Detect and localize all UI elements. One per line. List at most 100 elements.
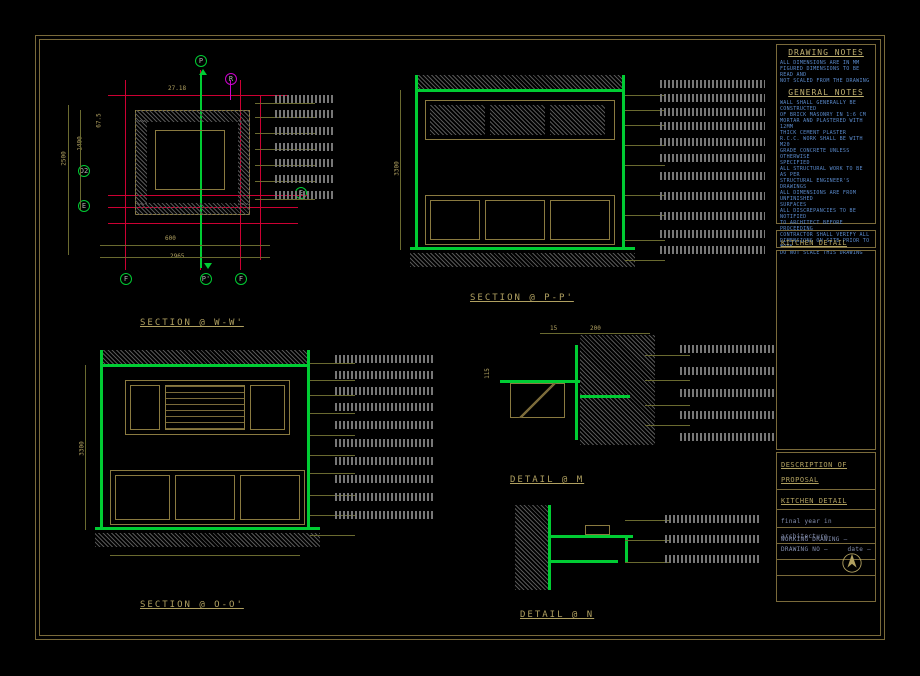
section-pp: 3300 <box>385 65 665 300</box>
edge <box>575 345 578 440</box>
dim-line <box>100 257 270 258</box>
leader <box>625 260 665 261</box>
title-spacer <box>776 250 876 450</box>
n-annotations <box>665 515 760 563</box>
wall-line <box>415 75 418 250</box>
note: FIGURED DIMENSIONS TO BE READ AND <box>780 66 872 78</box>
annotation <box>275 191 335 199</box>
grid-bubble-p2: P' <box>200 273 212 285</box>
leader <box>625 145 665 146</box>
lower-cab <box>485 200 545 240</box>
leader <box>625 195 665 196</box>
oo-annotations <box>335 355 435 519</box>
annotation <box>680 389 775 397</box>
drawing-sheet: P R D2 E E F P' F <box>35 35 885 640</box>
wall-hatch <box>580 335 655 445</box>
slab-hatch <box>415 75 625 89</box>
grid-line <box>230 80 231 100</box>
dim-line <box>400 90 401 250</box>
annotation <box>335 403 435 411</box>
wall-hatch <box>135 110 250 122</box>
dim-text: 115 <box>484 368 491 379</box>
annotation <box>275 159 335 167</box>
drawing-no: DRAWING NO — <box>781 546 828 557</box>
note: GRADE CONCRETE UNLESS OTHERWISE <box>780 148 872 160</box>
dim-line <box>110 555 300 556</box>
annotation <box>665 535 760 543</box>
interior-box <box>155 130 225 190</box>
note: ALL DIMENSIONS ARE FROM UNFINISHED <box>780 190 872 202</box>
grid-bubble-p: P <box>195 55 207 67</box>
annotation <box>275 110 335 118</box>
lower-cab <box>430 200 480 240</box>
edge <box>548 505 551 590</box>
wall-hatch <box>515 505 550 590</box>
window-sash <box>130 385 160 430</box>
wall-hatch <box>135 120 147 205</box>
ceiling-line <box>415 89 625 92</box>
detail-m-title: DETAIL @ M <box>510 475 584 485</box>
detail-n <box>490 500 670 610</box>
annotation <box>275 175 335 183</box>
annotation <box>660 212 765 220</box>
annotation <box>665 555 760 563</box>
leader <box>625 215 665 216</box>
drawing-notes-title: DRAWING NOTES <box>780 48 872 57</box>
note: STRUCTURAL ENGINEER'S DRAWINGS <box>780 178 872 190</box>
annotation <box>660 94 765 102</box>
grid-line <box>260 95 261 260</box>
leader <box>625 165 665 166</box>
floor-hatch <box>410 253 635 267</box>
annotation <box>660 108 765 116</box>
grid-line <box>108 95 288 96</box>
inner-border: P R D2 E E F P' F <box>39 39 881 636</box>
annotation <box>660 192 765 200</box>
note: R.C.C. WORK SHALL BE WITH M20 <box>780 136 872 148</box>
counter-line <box>548 535 633 538</box>
leader <box>625 240 665 241</box>
lower-cab <box>550 200 610 240</box>
title-block: DESCRIPTION OF PROPOSAL KITCHEN DETAIL f… <box>776 452 876 602</box>
dim-line <box>85 365 86 530</box>
floor-line <box>95 527 320 530</box>
annotation <box>335 387 435 395</box>
annotation <box>275 95 335 103</box>
wall-line <box>307 350 310 530</box>
grid-line <box>125 80 126 270</box>
annotation <box>680 345 775 353</box>
leader <box>625 540 670 541</box>
dim-text: 200 <box>590 325 601 332</box>
tri-icon <box>204 263 212 269</box>
window-sash <box>250 385 285 430</box>
floor-hatch <box>95 533 320 547</box>
dim-text: 67.5 <box>96 113 103 127</box>
cab-panel <box>550 105 605 135</box>
dim-line <box>540 333 650 334</box>
leader <box>625 110 665 111</box>
annotation <box>660 230 765 238</box>
annotation <box>660 80 765 88</box>
annotation <box>335 421 435 429</box>
annotation <box>335 439 435 447</box>
leader <box>625 562 670 563</box>
leader <box>625 125 665 126</box>
section-ww-title: SECTION @ W-W' <box>140 318 244 328</box>
notes-panel: DRAWING NOTES ALL DIMENSIONS ARE IN MM F… <box>776 44 876 224</box>
annotation <box>660 172 765 180</box>
annotation <box>660 138 765 146</box>
general-notes-title: GENERAL NOTES <box>780 88 872 97</box>
working-drawing: WORKING DRAWING — <box>781 536 848 543</box>
annotation <box>335 493 435 501</box>
note: ALL STRUCTURAL WORK TO BE AS PER <box>780 166 872 178</box>
cab-panel <box>430 105 485 135</box>
obj <box>585 525 610 535</box>
m-annotations <box>680 345 775 441</box>
shelf <box>548 560 618 563</box>
cab-panel <box>490 105 545 135</box>
sheet-title-box: KITCHEN DETAIL <box>776 230 876 248</box>
detail-n-title: DETAIL @ N <box>520 610 594 620</box>
leader <box>255 199 315 200</box>
section-oo-title: SECTION @ O-O' <box>140 600 244 610</box>
cab <box>240 475 300 520</box>
note: ALL DISCREPANCIES TO BE NOTIFIED <box>780 208 872 220</box>
